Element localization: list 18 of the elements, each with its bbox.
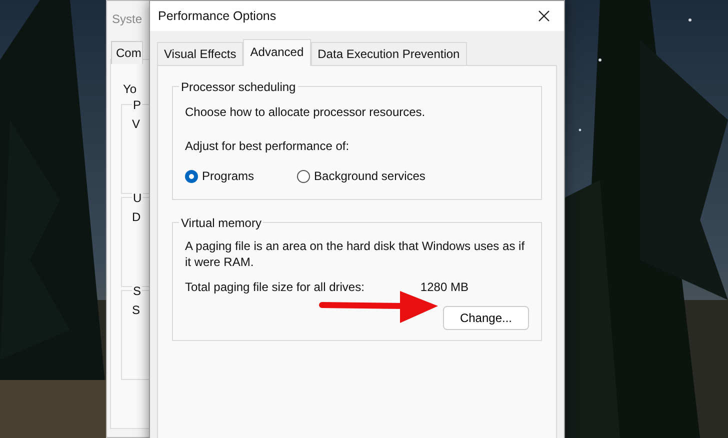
label: S bbox=[132, 302, 140, 319]
label: Total paging file size for all drives: bbox=[185, 279, 364, 296]
close-icon bbox=[538, 10, 550, 22]
tab[interactable]: Com bbox=[111, 41, 144, 64]
label: Choose how to allocate processor resources. bbox=[185, 104, 426, 121]
radio-button[interactable]: Programs bbox=[185, 167, 254, 185]
label: Adjust for best performance of: bbox=[185, 138, 350, 155]
tab[interactable]: Visual Effects bbox=[157, 42, 244, 65]
label: Yo bbox=[123, 81, 137, 98]
window-title: Performance Options bbox=[158, 8, 276, 25]
label: A paging file is an area on the hard disk that Windows uses as if it were RAM. bbox=[185, 239, 526, 270]
change-button[interactable]: Change... bbox=[443, 306, 529, 330]
label: V bbox=[132, 116, 140, 133]
radio-button[interactable]: Background services bbox=[297, 167, 426, 185]
tab[interactable]: Data Execution Prevention bbox=[310, 42, 467, 65]
value: 1280 MB bbox=[420, 279, 468, 296]
tab[interactable]: Advanced bbox=[243, 39, 311, 66]
label: D bbox=[132, 209, 141, 226]
